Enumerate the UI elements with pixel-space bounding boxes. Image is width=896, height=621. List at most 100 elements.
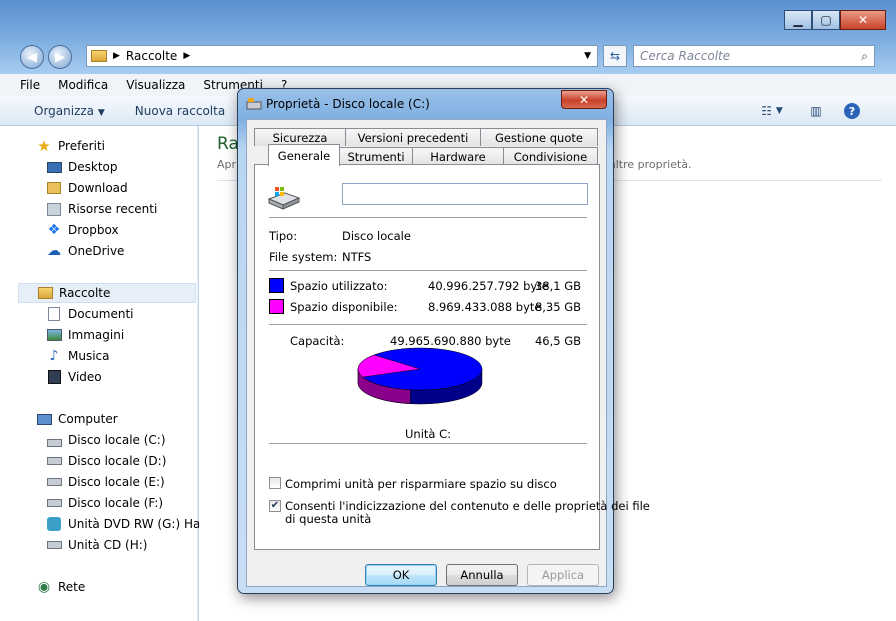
help-button[interactable]: ? xyxy=(842,102,862,120)
refresh-icon: ⇆ xyxy=(609,49,621,63)
download-folder-icon xyxy=(46,180,62,196)
view-options-button[interactable]: ☷ ▼ xyxy=(752,102,792,120)
desktop-icon xyxy=(46,159,62,175)
tab-condivisione[interactable]: Condivisione xyxy=(503,147,598,165)
index-label-line-1[interactable]: Consenti l'indicizzazione del contenuto … xyxy=(285,499,650,513)
organize-button[interactable]: Organizza ▼ xyxy=(34,104,105,118)
view-list-icon: ☷ xyxy=(761,104,772,118)
free-space-label: Spazio disponibile: xyxy=(290,300,398,314)
cancel-button[interactable]: Annulla xyxy=(446,564,518,586)
sidebar-item-label: Disco locale (F:) xyxy=(68,496,164,510)
breadcrumb-raccolte[interactable]: Raccolte xyxy=(126,49,177,63)
back-button[interactable]: ◀ xyxy=(20,45,44,69)
sidebar-item-immagini[interactable]: Immagini xyxy=(46,325,124,345)
disk-usage-pie-chart xyxy=(357,347,483,405)
index-label-line-2[interactable]: di questa unità xyxy=(285,512,371,526)
sidebar-item-drive-g[interactable]: Unità DVD RW (G:) Happ xyxy=(46,514,216,534)
sidebar-item-drive-h[interactable]: Unità CD (H:) xyxy=(46,535,147,555)
sidebar-item-raccolte[interactable]: Raccolte xyxy=(18,283,196,303)
drive-icon xyxy=(46,495,62,511)
sidebar-item-label: Documenti xyxy=(68,307,134,321)
used-space-label: Spazio utilizzato: xyxy=(290,279,388,293)
sidebar-item-drive-e[interactable]: Disco locale (E:) xyxy=(46,472,165,492)
network-icon: ◉ xyxy=(37,579,51,595)
sidebar-item-computer[interactable]: Computer xyxy=(36,409,118,429)
sidebar-item-video[interactable]: Video xyxy=(46,367,102,387)
tab-strumenti[interactable]: Strumenti xyxy=(339,147,413,165)
cd-drive-icon xyxy=(46,537,62,553)
navigation-pane: ★ Preferiti Desktop Download Risorse rece… xyxy=(0,126,216,621)
dialog-title: Proprietà - Disco locale (C:) xyxy=(266,97,430,111)
apply-button[interactable]: Applica xyxy=(527,564,599,586)
sidebar-item-label: Video xyxy=(68,370,102,384)
index-checkbox[interactable]: ✔ xyxy=(269,500,281,512)
compress-checkbox[interactable] xyxy=(269,477,281,489)
compress-label[interactable]: Comprimi unità per risparmiare spazio su… xyxy=(285,477,557,491)
tab-generale[interactable]: Generale xyxy=(268,144,340,166)
maximize-button[interactable]: ▢ xyxy=(812,10,840,30)
sidebar-item-drive-c[interactable]: Disco locale (C:) xyxy=(46,430,166,450)
used-space-size: 38,1 GB xyxy=(534,279,581,293)
page-subtitle-tail: altre proprietà. xyxy=(609,158,692,171)
search-input[interactable]: Cerca Raccolte ⌕ xyxy=(633,45,875,67)
sidebar-item-preferiti[interactable]: ★ Preferiti xyxy=(36,136,105,156)
drive-icon xyxy=(46,474,62,490)
dialog-close-button[interactable]: ✕ xyxy=(561,90,607,109)
drive-icon xyxy=(246,98,262,110)
chevron-down-icon: ▼ xyxy=(775,106,783,116)
sidebar-item-rete[interactable]: ◉ Rete xyxy=(36,577,85,597)
dropbox-icon: ❖ xyxy=(47,222,61,238)
documents-icon xyxy=(46,306,62,322)
filesystem-label: File system: xyxy=(269,250,338,264)
sidebar-item-dropbox[interactable]: ❖ Dropbox xyxy=(46,220,119,240)
menu-visualizza[interactable]: Visualizza xyxy=(126,78,185,92)
divider xyxy=(269,443,587,444)
sidebar-item-desktop[interactable]: Desktop xyxy=(46,157,118,177)
free-space-color-swatch xyxy=(269,299,284,314)
page-subtitle: Apri xyxy=(217,158,240,171)
menu-modifica[interactable]: Modifica xyxy=(58,78,108,92)
tab-hardware[interactable]: Hardware xyxy=(412,147,504,165)
star-icon: ★ xyxy=(37,137,51,155)
search-placeholder: Cerca Raccolte xyxy=(640,49,731,63)
drive-name-input[interactable] xyxy=(342,183,588,205)
minimize-button[interactable]: ▁ xyxy=(784,10,812,30)
address-dropdown-icon[interactable]: ▼ xyxy=(584,51,591,61)
sidebar-item-documenti[interactable]: Documenti xyxy=(46,304,134,324)
sidebar-item-label: Disco locale (E:) xyxy=(68,475,165,489)
refresh-button[interactable]: ⇆ xyxy=(603,45,627,67)
sidebar-item-download[interactable]: Download xyxy=(46,178,128,198)
sidebar-item-drive-d[interactable]: Disco locale (D:) xyxy=(46,451,166,471)
used-space-color-swatch xyxy=(269,278,284,293)
capacity-size: 46,5 GB xyxy=(534,334,581,348)
video-icon xyxy=(46,369,62,385)
divider xyxy=(269,270,587,271)
address-bar[interactable]: ▶ Raccolte ▶ ▼ xyxy=(86,45,598,67)
sidebar-item-drive-f[interactable]: Disco locale (F:) xyxy=(46,493,163,513)
menu-file[interactable]: File xyxy=(20,78,40,92)
chevron-down-icon: ▼ xyxy=(97,107,105,118)
tab-gestione-quote[interactable]: Gestione quote xyxy=(480,128,598,146)
tab-versioni-precedenti[interactable]: Versioni precedenti xyxy=(345,128,481,146)
sidebar-item-label: Musica xyxy=(68,349,110,363)
capacity-label: Capacità: xyxy=(290,334,345,348)
sidebar-item-recent[interactable]: Risorse recenti xyxy=(46,199,157,219)
breadcrumb-separator-icon: ▶ xyxy=(183,51,191,61)
page-title: Ra xyxy=(217,134,239,154)
pictures-icon xyxy=(46,327,62,343)
onedrive-icon: ☁ xyxy=(47,243,61,259)
sidebar-item-label: Disco locale (C:) xyxy=(68,433,166,447)
sidebar-item-musica[interactable]: ♪ Musica xyxy=(46,346,110,366)
close-button[interactable]: ✕ xyxy=(840,10,886,30)
ok-button[interactable]: OK xyxy=(365,564,437,586)
dialog-client: Sicurezza Versioni precedenti Gestione q… xyxy=(246,119,650,587)
new-library-button[interactable]: Nuova raccolta xyxy=(135,104,225,118)
preview-pane-button[interactable]: ▥ xyxy=(806,102,826,120)
sidebar-item-label: OneDrive xyxy=(68,244,125,258)
dvd-drive-icon xyxy=(46,516,62,532)
sidebar-item-label: Unità CD (H:) xyxy=(68,538,148,552)
search-icon[interactable]: ⌕ xyxy=(861,49,868,64)
forward-button[interactable]: ▶ xyxy=(48,45,72,69)
close-icon: ✕ xyxy=(578,92,590,107)
sidebar-item-onedrive[interactable]: ☁ OneDrive xyxy=(46,241,124,261)
